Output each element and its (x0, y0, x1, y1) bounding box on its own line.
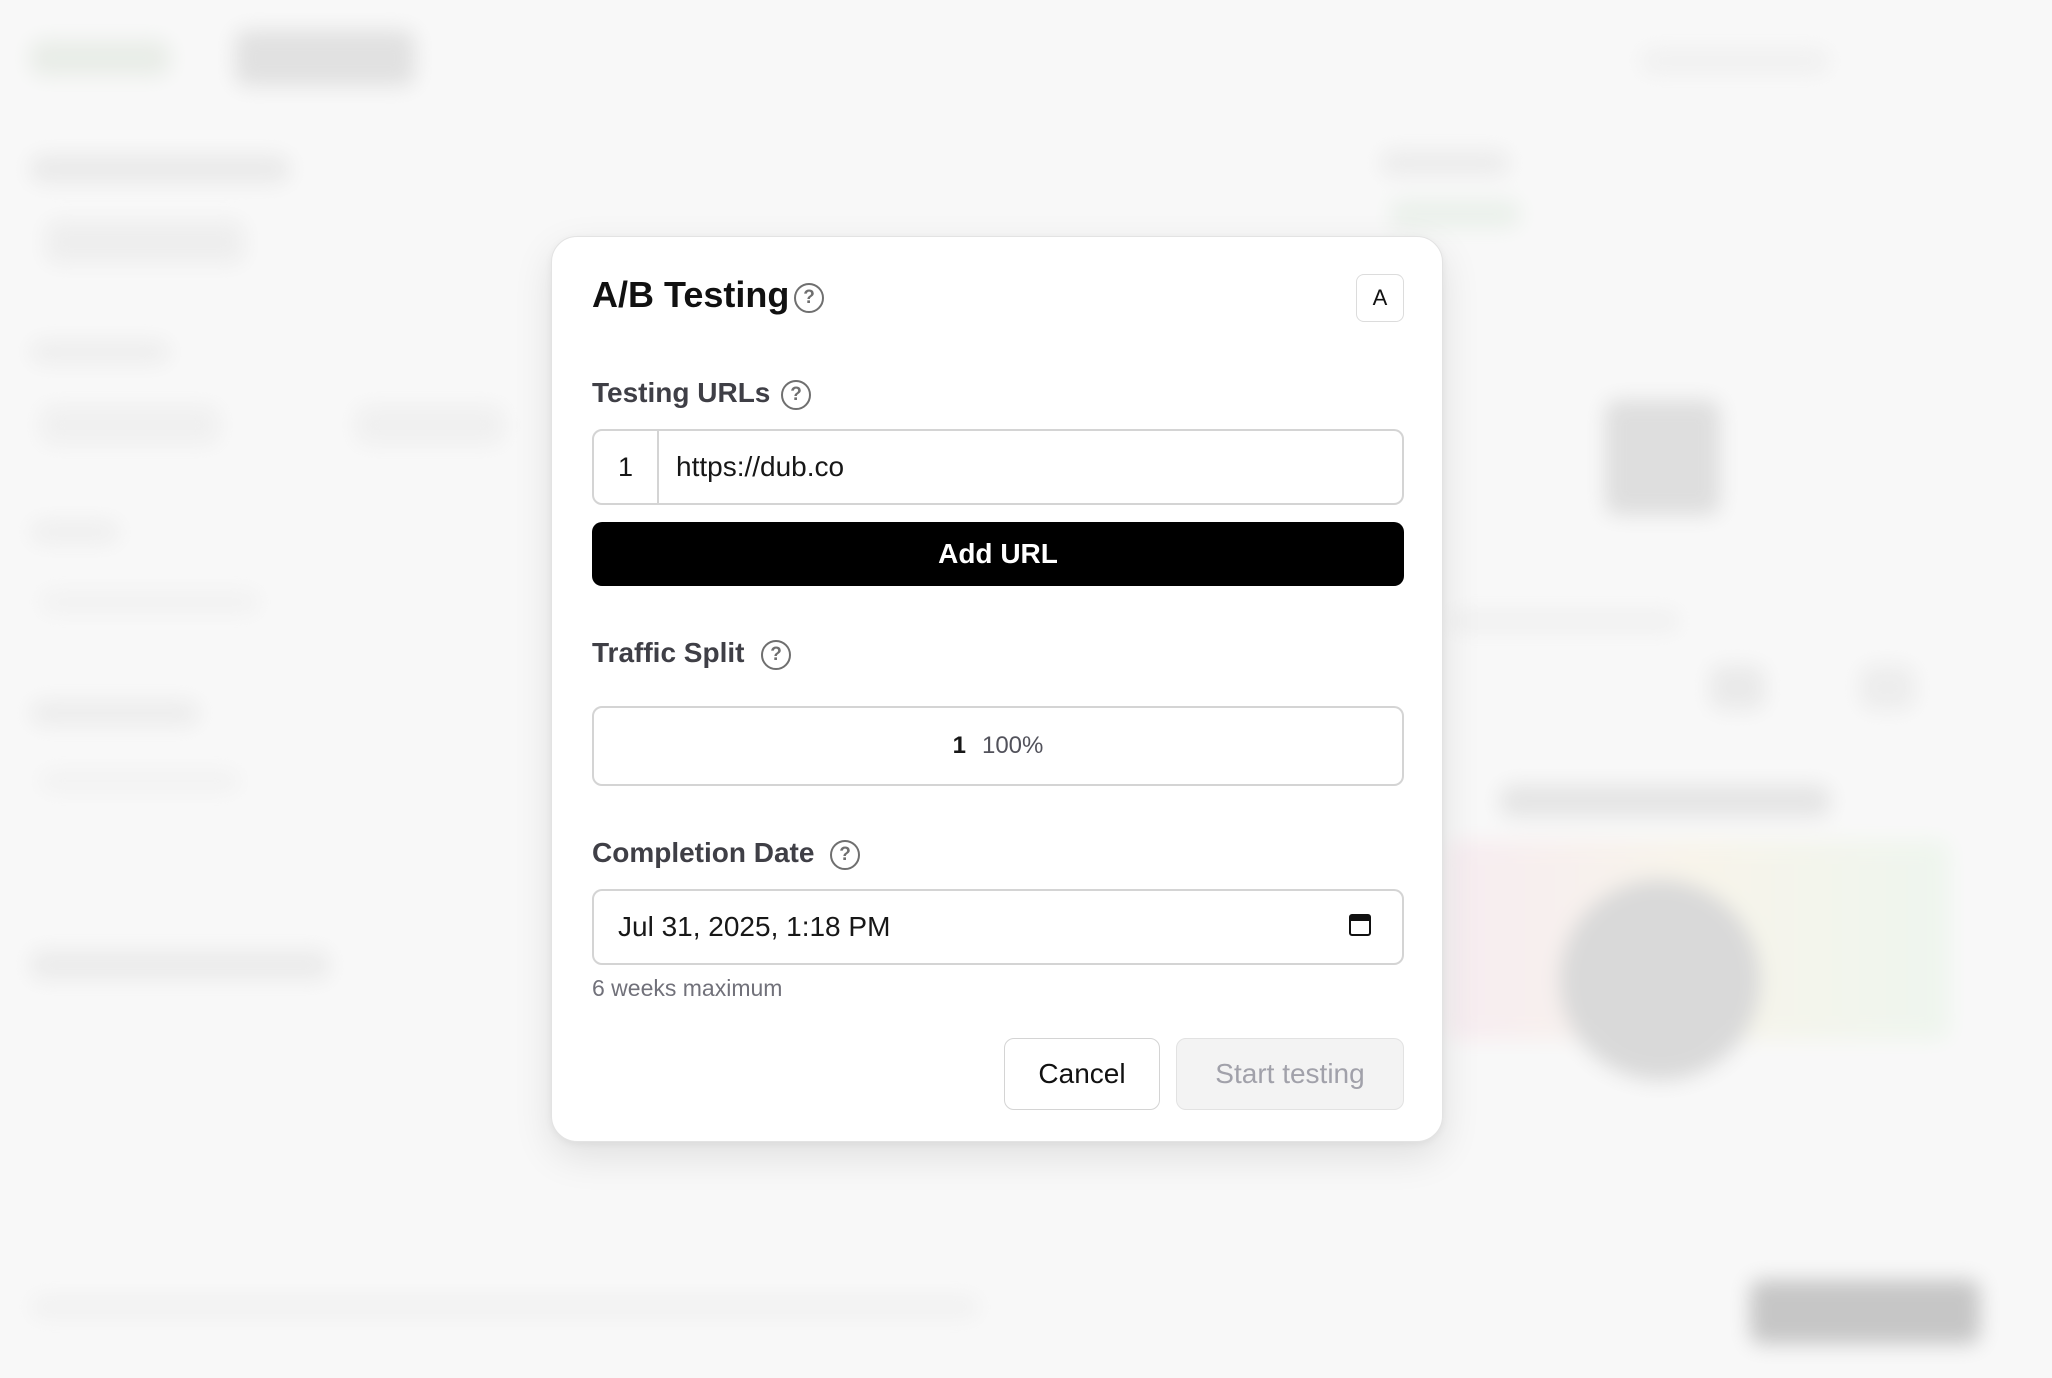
completion-date-hint: 6 weeks maximum (592, 975, 783, 1001)
url-input[interactable]: https://dub.co (659, 431, 1402, 503)
split-percent: 100% (981, 732, 1044, 759)
traffic-split-label: Traffic Split (592, 637, 745, 668)
calendar-icon[interactable] (1349, 914, 1371, 936)
completion-date-help-icon[interactable]: ? (830, 840, 860, 870)
testing-urls-help-icon[interactable]: ? (781, 380, 811, 410)
completion-date-label: Completion Date (592, 837, 815, 868)
corner-badge[interactable]: A (1356, 274, 1404, 322)
completion-date-input[interactable]: Jul 31, 2025, 1:18 PM (592, 889, 1404, 965)
cancel-button[interactable]: Cancel (1004, 1038, 1160, 1110)
start-testing-button[interactable]: Start testing (1176, 1038, 1404, 1110)
testing-urls-label: Testing URLs (592, 377, 771, 408)
testing-url-row: 1 https://dub.co (592, 429, 1404, 505)
completion-date-value: Jul 31, 2025, 1:18 PM (618, 911, 891, 942)
modal-title: A/B Testing (592, 274, 790, 315)
title-help-icon[interactable]: ? (794, 283, 824, 313)
url-index: 1 (594, 431, 659, 503)
traffic-split-help-icon[interactable]: ? (761, 640, 791, 670)
add-url-button[interactable]: Add URL (592, 522, 1404, 586)
traffic-split-bar[interactable]: 1 100% (592, 706, 1404, 786)
split-index: 1 (952, 732, 966, 759)
ab-testing-modal: A/B Testing ? A Testing URLs ? 1 https:/… (551, 236, 1443, 1142)
